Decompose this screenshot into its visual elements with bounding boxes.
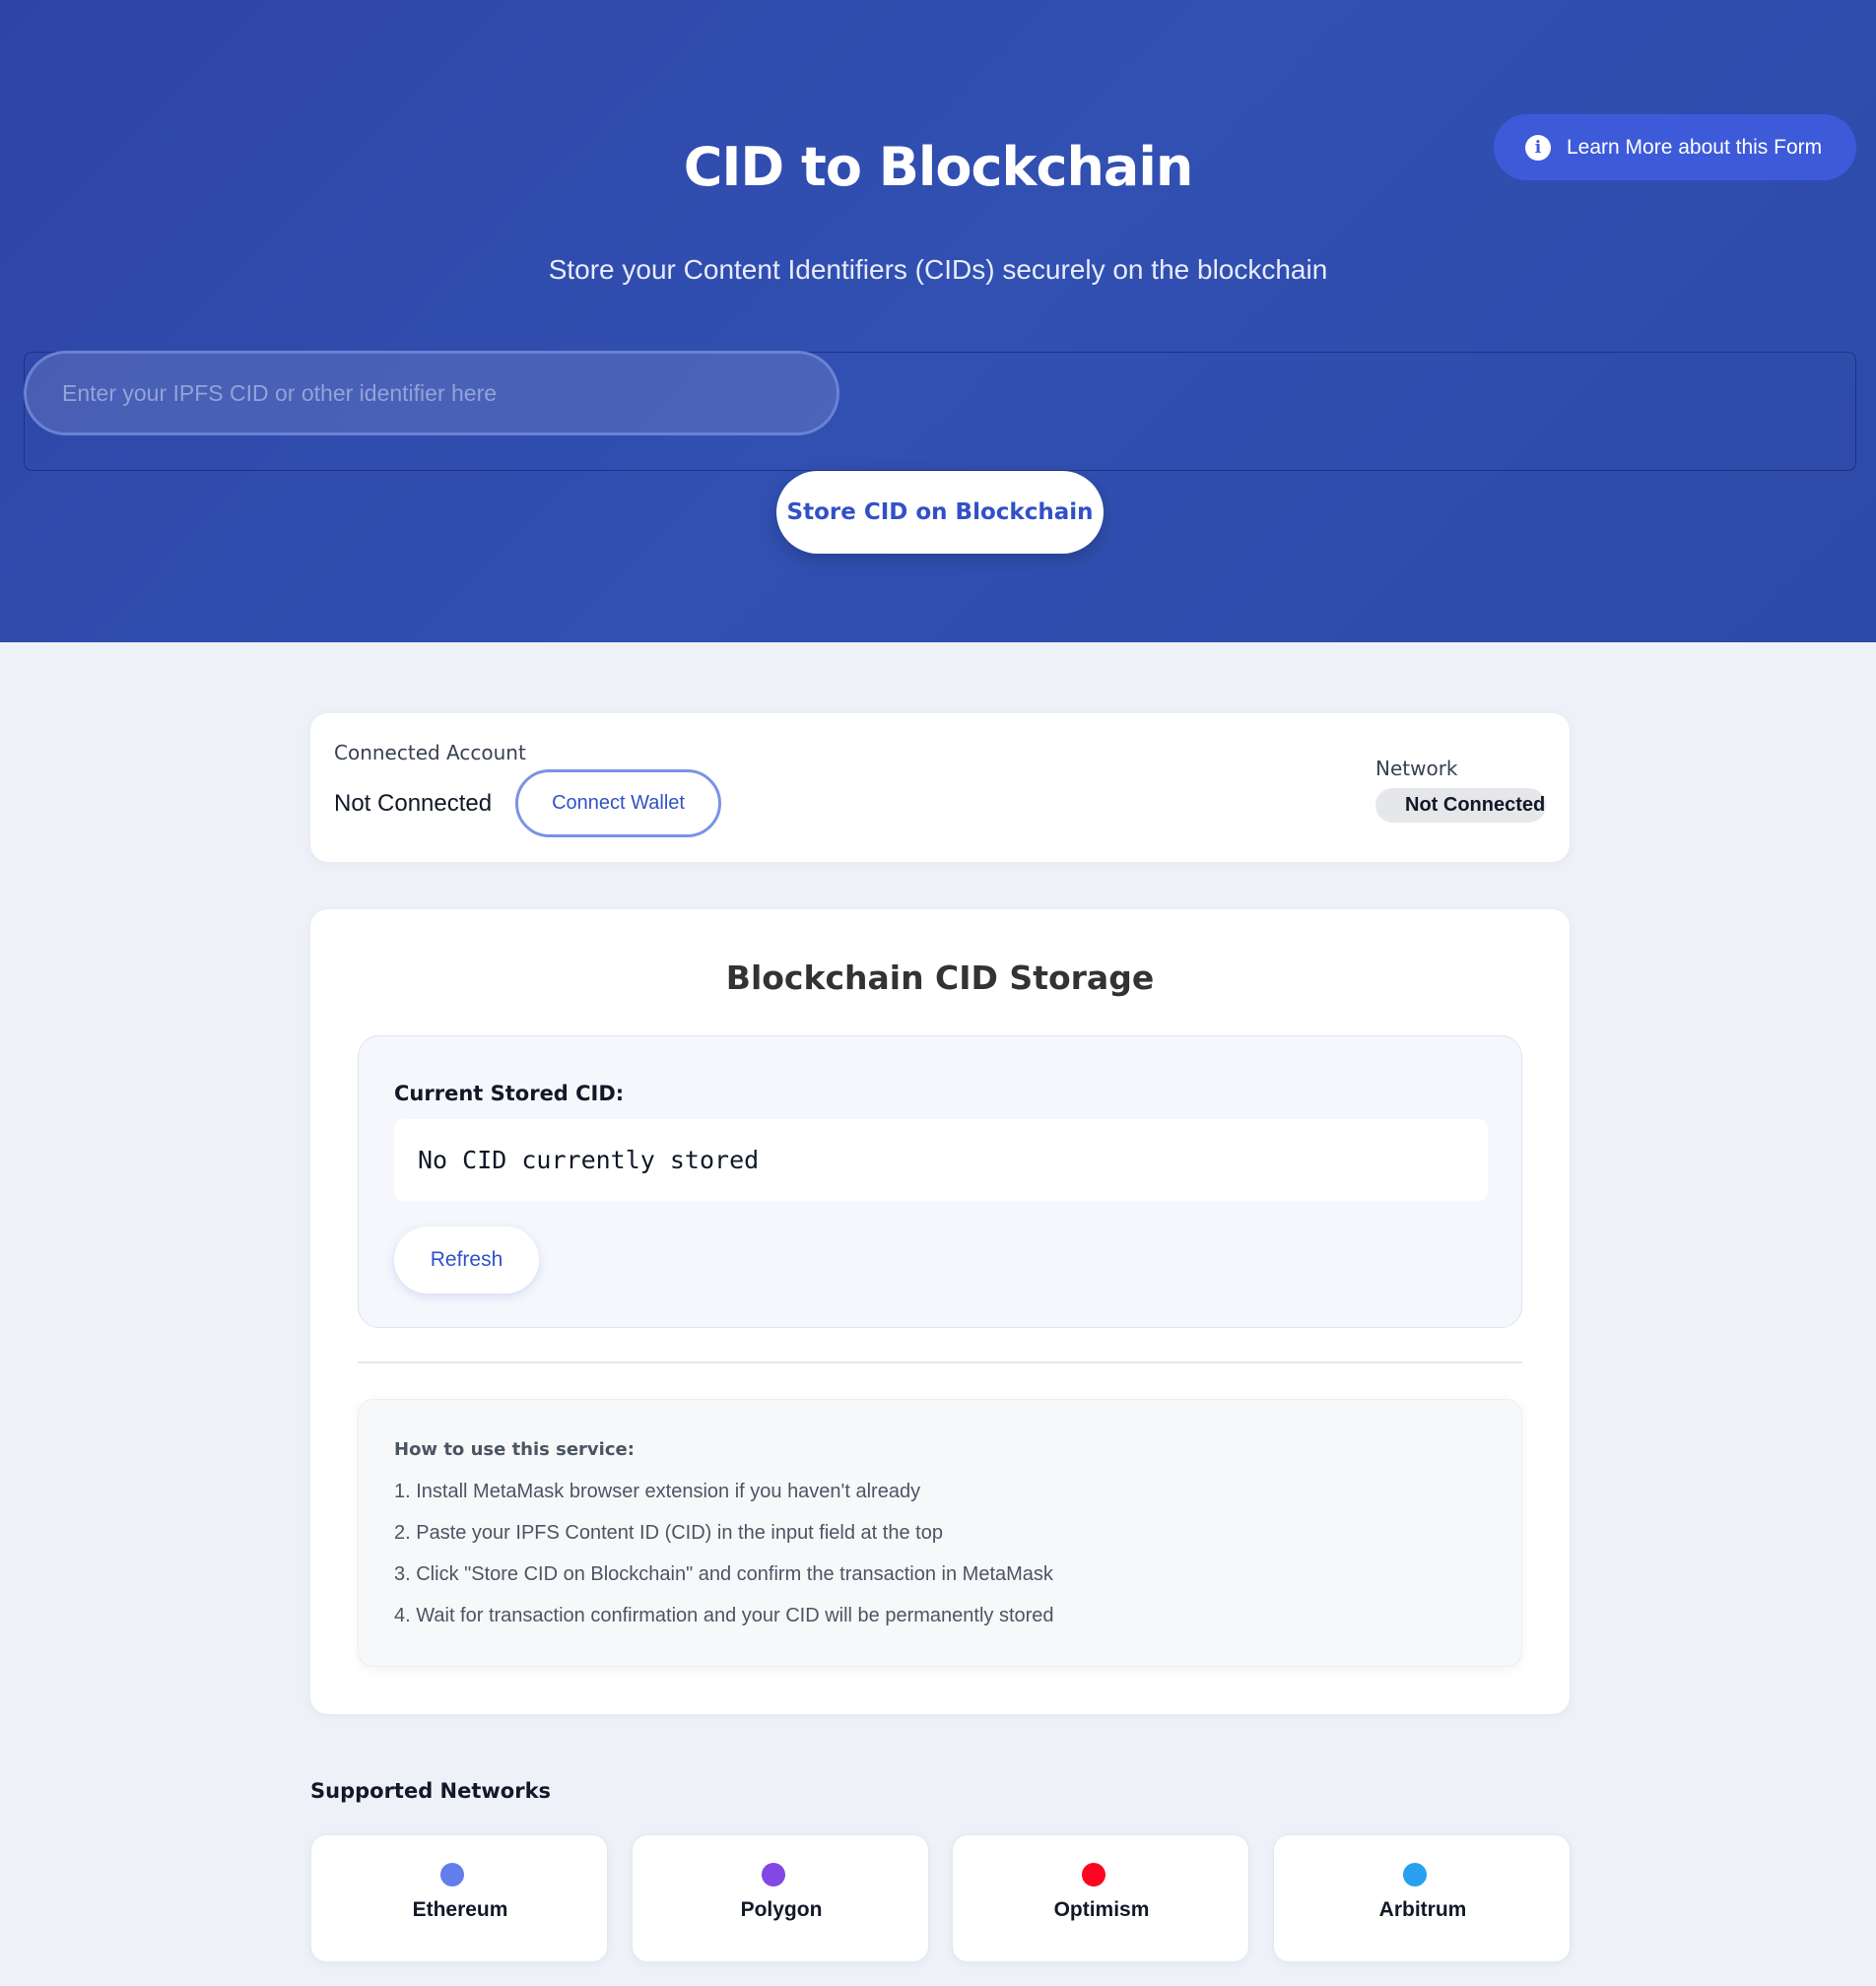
network-dot-icon [1082, 1863, 1106, 1887]
network-name: Arbitrum [1378, 1898, 1467, 1921]
network-status-badge: Not Connected [1375, 788, 1546, 823]
network-card-ethereum[interactable]: Ethereum [310, 1834, 608, 1962]
store-cid-button[interactable]: Store CID on Blockchain [776, 471, 1104, 554]
howto-step: 3. Click "Store CID on Blockchain" and c… [394, 1563, 1053, 1585]
stored-cid-value: No CID currently stored [394, 1119, 1488, 1201]
network-dot-icon [1403, 1863, 1427, 1887]
howto-step: 2. Paste your IPFS Content ID (CID) in t… [394, 1522, 943, 1544]
info-icon: i [1525, 134, 1551, 161]
howto-title: How to use this service: [394, 1439, 635, 1460]
hero-banner: CID to Blockchain Store your Content Ide… [0, 0, 1876, 642]
stored-cid-panel: Current Stored CID: No CID currently sto… [358, 1035, 1522, 1328]
connected-account-value: Not Connected [334, 790, 493, 817]
section-divider [358, 1361, 1522, 1363]
howto-panel: How to use this service: 1. Install Meta… [358, 1399, 1522, 1667]
refresh-button[interactable]: Refresh [394, 1226, 539, 1293]
supported-networks-title: Supported Networks [310, 1779, 552, 1803]
page-subtitle: Store your Content Identifiers (CIDs) se… [548, 254, 1328, 285]
learn-more-label: Learn More about this Form [1567, 135, 1823, 159]
network-card-optimism[interactable]: Optimism [952, 1834, 1249, 1962]
storage-title: Blockchain CID Storage [725, 959, 1155, 997]
howto-step: 1. Install MetaMask browser extension if… [394, 1481, 921, 1502]
network-name: Polygon [740, 1898, 823, 1921]
network-card-polygon[interactable]: Polygon [632, 1834, 929, 1962]
stored-cid-label: Current Stored CID: [394, 1082, 625, 1105]
network-dot-icon [762, 1863, 785, 1887]
connected-account-label: Connected Account [334, 741, 526, 764]
network-card-arbitrum[interactable]: Arbitrum [1273, 1834, 1571, 1962]
learn-more-button[interactable]: i Learn More about this Form [1494, 114, 1856, 180]
howto-step: 4. Wait for transaction confirmation and… [394, 1605, 1054, 1626]
cid-input[interactable] [24, 351, 839, 435]
connect-wallet-button[interactable]: Connect Wallet [515, 769, 721, 837]
network-name: Ethereum [412, 1898, 508, 1921]
network-label: Network [1375, 757, 1458, 780]
storage-card: Blockchain CID Storage Current Stored CI… [310, 909, 1570, 1714]
network-name: Optimism [1053, 1898, 1150, 1921]
network-dot-icon [440, 1863, 464, 1887]
account-card: Connected Account Not Connected Connect … [310, 713, 1570, 862]
